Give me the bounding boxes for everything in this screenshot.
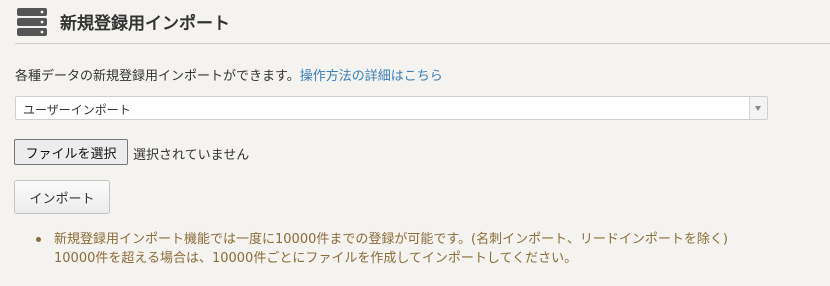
bullet-icon bbox=[36, 237, 41, 242]
select-dropdown-arrow[interactable] bbox=[749, 97, 767, 119]
import-notes: 新規登録用インポート機能では一度に10000件までの登録が可能です。(名刺インポ… bbox=[36, 230, 728, 268]
help-link[interactable]: 操作方法の詳細はこちら bbox=[300, 69, 443, 84]
import-type-select[interactable]: ユーザーインポート bbox=[15, 96, 768, 120]
file-status-text: 選択されていません bbox=[133, 148, 250, 163]
database-icon bbox=[17, 8, 47, 36]
description-text: 各種データの新規登録用インポートができます。 bbox=[15, 69, 300, 84]
note-line-1: 新規登録用インポート機能では一度に10000件までの登録が可能です。(名刺インポ… bbox=[54, 232, 728, 247]
import-type-selected-value: ユーザーインポート bbox=[23, 103, 131, 117]
chevron-down-icon bbox=[755, 106, 761, 111]
choose-file-button[interactable]: ファイルを選択 bbox=[14, 139, 128, 165]
description: 各種データの新規登録用インポートができます。操作方法の詳細はこちら bbox=[15, 65, 443, 84]
note-line-2: 10000件を超える場合は、10000件ごとにファイルを作成してインポートしてく… bbox=[54, 251, 578, 266]
page-title: 新規登録用インポート bbox=[60, 14, 230, 34]
page-header: 新規登録用インポート bbox=[15, 0, 830, 44]
import-button[interactable]: インポート bbox=[14, 180, 110, 214]
note-item: 新規登録用インポート機能では一度に10000件までの登録が可能です。(名刺インポ… bbox=[36, 230, 728, 268]
